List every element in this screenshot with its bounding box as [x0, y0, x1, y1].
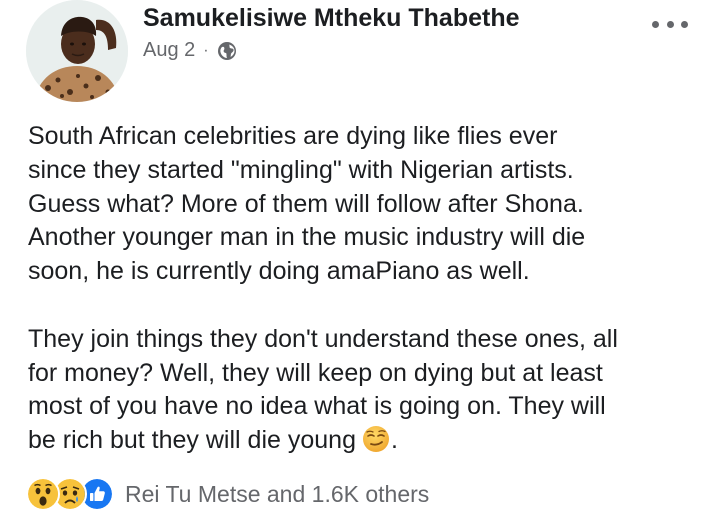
- post-date[interactable]: Aug 2: [143, 39, 195, 62]
- avatar-photo: [26, 0, 128, 102]
- text-line-last: be rich but they will die young .: [28, 424, 708, 458]
- wow-reaction-icon[interactable]: [26, 477, 60, 511]
- post-meta: Aug 2 ·: [143, 39, 237, 62]
- text-line: Guess what? More of them will follow aft…: [28, 189, 584, 218]
- text-line: for money? Well, they will keep on dying…: [28, 358, 603, 387]
- more-options-icon[interactable]: [650, 12, 690, 36]
- facebook-post: Samukelisiwe Mtheku Thabethe Aug 2 · Sou…: [0, 0, 720, 517]
- more-dot: [652, 20, 659, 28]
- trailing-period: .: [390, 426, 398, 455]
- text-line: They join things they don't understand t…: [28, 324, 618, 353]
- smirk-emoji: [362, 425, 390, 453]
- text-line: soon, he is currently doing amaPiano as …: [28, 257, 530, 286]
- post-paragraph: South African celebrities are dying like…: [28, 120, 708, 289]
- avatar[interactable]: [26, 0, 128, 102]
- text-line: be rich but they will die young: [28, 426, 356, 455]
- more-dot: [666, 20, 674, 28]
- text-line: South African celebrities are dying like…: [28, 122, 558, 150]
- reaction-summary[interactable]: Rei Tu Metse and 1.6K others: [125, 481, 429, 508]
- text-line: Another younger man in the music industr…: [28, 223, 586, 252]
- text-line: since they started "mingling" with Niger…: [28, 155, 574, 184]
- reactions-bar[interactable]: Rei Tu Metse and 1.6K others: [26, 476, 429, 512]
- globe-icon[interactable]: [217, 41, 237, 61]
- post-text: South African celebrities are dying like…: [28, 120, 708, 458]
- meta-separator: ·: [203, 41, 209, 59]
- post-paragraph: They join things they don't understand t…: [28, 323, 708, 458]
- text-line: most of you have no idea what is going o…: [28, 392, 606, 421]
- reaction-icons: [26, 477, 114, 511]
- author-name[interactable]: Samukelisiwe Mtheku Thabethe: [143, 4, 520, 33]
- more-dot: [681, 20, 688, 28]
